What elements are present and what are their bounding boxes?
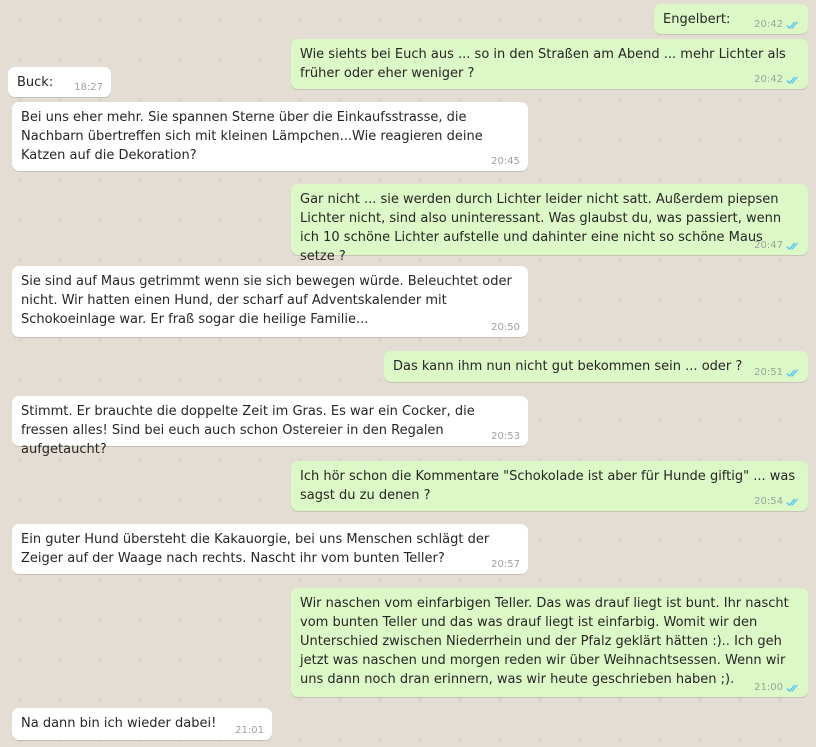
message-time: 20:51 <box>754 367 783 378</box>
message-bubble[interactable]: Wie siehts bei Euch aus ... so in den St… <box>291 39 808 89</box>
message-text: Sie sind auf Maus getrimmt wenn sie sich… <box>21 274 512 327</box>
chat-background: Engelbert: 20:42 Wie siehts bei Euch aus… <box>0 0 816 747</box>
message-bubble[interactable]: Ich hör schon die Kommentare "Schokolade… <box>291 461 808 511</box>
message-time: 20:57 <box>491 559 520 570</box>
message-bubble[interactable]: Wir naschen vom einfarbigen Teller. Das … <box>291 588 808 697</box>
message-bubble[interactable]: Ein guter Hund übersteht die Kakauorgie,… <box>12 524 528 574</box>
message-meta: 21:00 <box>754 682 800 694</box>
message-meta: 20:45 <box>491 156 520 168</box>
message-meta: 20:42 <box>754 19 800 31</box>
message-meta: 20:50 <box>491 322 520 334</box>
message-bubble[interactable]: Na dann bin ich wieder dabei! 21:01 <box>12 708 272 740</box>
message-text: Bei uns eher mehr. Sie spannen Sterne üb… <box>21 110 483 163</box>
message-text: Engelbert: <box>663 12 731 27</box>
message-meta: 20:57 <box>491 559 520 571</box>
message-text: Ein guter Hund übersteht die Kakauorgie,… <box>21 532 490 566</box>
message-text: Gar nicht ... sie werden durch Lichter l… <box>300 192 782 264</box>
message-text: Stimmt. Er brauchte die doppelte Zeit im… <box>21 404 475 457</box>
read-ticks-icon <box>786 498 798 506</box>
message-meta: 20:53 <box>491 431 520 443</box>
message-bubble[interactable]: Gar nicht ... sie werden durch Lichter l… <box>291 184 808 264</box>
message-text: Wir naschen vom einfarbigen Teller. Das … <box>300 596 789 687</box>
read-ticks-icon <box>786 369 798 377</box>
message-text: Wie siehts bei Euch aus ... so in den St… <box>300 47 786 81</box>
read-ticks-icon <box>786 21 798 29</box>
message-bubble[interactable]: Buck: 18:27 <box>8 67 111 97</box>
message-time: 20:45 <box>491 156 520 167</box>
message-meta: 20:51 <box>754 367 800 379</box>
message-text: Das kann ihm nun nicht gut bekommen sein… <box>393 359 743 374</box>
message-time: 21:00 <box>754 682 783 693</box>
message-text: Ich hör schon die Kommentare "Schokolade… <box>300 469 796 503</box>
message-time: 20:53 <box>491 431 520 442</box>
message-bubble[interactable]: Das kann ihm nun nicht gut bekommen sein… <box>384 351 808 382</box>
read-ticks-icon <box>786 684 798 692</box>
message-time: 20:54 <box>754 496 783 507</box>
message-time: 21:01 <box>235 725 264 736</box>
read-ticks-icon <box>786 242 798 250</box>
message-meta: 20:47 <box>754 240 800 252</box>
message-meta: 20:54 <box>754 496 800 508</box>
message-bubble[interactable]: Bei uns eher mehr. Sie spannen Sterne üb… <box>12 102 528 171</box>
message-time: 18:27 <box>74 82 103 93</box>
message-time: 20:50 <box>491 322 520 333</box>
read-ticks-icon <box>786 76 798 84</box>
message-meta: 18:27 <box>74 82 103 94</box>
message-time: 20:42 <box>754 74 783 85</box>
message-text: Buck: <box>17 75 54 90</box>
message-bubble[interactable]: Sie sind auf Maus getrimmt wenn sie sich… <box>12 266 528 337</box>
message-meta: 21:01 <box>235 725 264 737</box>
message-text: Na dann bin ich wieder dabei! <box>21 716 217 731</box>
message-meta: 20:42 <box>754 74 800 86</box>
message-time: 20:42 <box>754 19 783 30</box>
message-bubble[interactable]: Stimmt. Er brauchte die doppelte Zeit im… <box>12 396 528 457</box>
message-time: 20:47 <box>754 240 783 251</box>
message-bubble[interactable]: Engelbert: 20:42 <box>654 4 808 34</box>
